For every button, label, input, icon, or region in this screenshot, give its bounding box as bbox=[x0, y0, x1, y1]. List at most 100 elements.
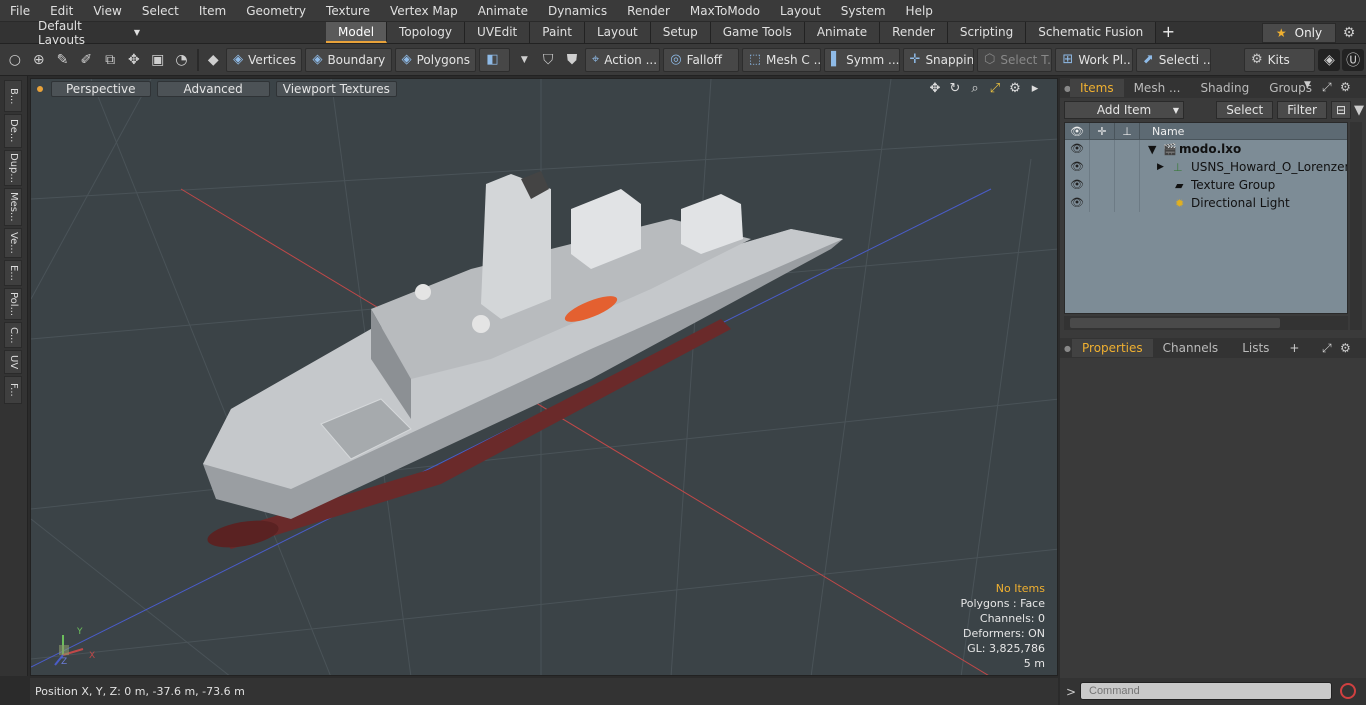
add-item-button[interactable]: Add Item ▼ bbox=[1064, 101, 1185, 119]
transform-icon[interactable]: ⧉ bbox=[99, 49, 121, 71]
collapse-icon[interactable]: ⊟ bbox=[1330, 101, 1351, 119]
unity-icon[interactable]: ◈ bbox=[1318, 48, 1341, 71]
panel-gear-icon[interactable]: ⚙ bbox=[1340, 80, 1351, 94]
panel-gear-icon[interactable]: ⚙ bbox=[1340, 341, 1351, 355]
only-toggle[interactable]: ★ Only bbox=[1262, 23, 1336, 43]
viewport-textures-dropdown[interactable]: Viewport Textures bbox=[275, 81, 397, 97]
tab-channels[interactable]: Channels bbox=[1153, 339, 1229, 357]
tab-shading[interactable]: Shading bbox=[1190, 79, 1259, 97]
unreal-icon[interactable]: Ⓤ bbox=[1342, 48, 1365, 71]
zoom-icon[interactable]: ⌕ bbox=[965, 81, 985, 96]
shield-icon[interactable]: ⛉ bbox=[537, 49, 559, 71]
chevron-down-icon[interactable]: ▼ bbox=[513, 49, 535, 71]
gear-icon[interactable]: ⚙ bbox=[1340, 24, 1358, 42]
fit-icon[interactable]: ⤢ bbox=[985, 81, 1005, 96]
tab-paint[interactable]: Paint bbox=[530, 22, 585, 43]
mesh-constraint-button[interactable]: ⬚ Mesh C ... bbox=[741, 47, 822, 72]
tab-mesh[interactable]: Mesh ... bbox=[1124, 79, 1191, 97]
select-through-button[interactable]: ⬡ Select T... bbox=[977, 47, 1053, 72]
funnel-icon[interactable]: ▼ bbox=[1354, 103, 1364, 118]
menu-animate[interactable]: Animate bbox=[468, 0, 538, 22]
brush-icon[interactable]: ✐ bbox=[75, 49, 97, 71]
lock-col-icon[interactable]: ✛ bbox=[1090, 122, 1115, 140]
menu-vertex-map[interactable]: Vertex Map bbox=[380, 0, 468, 22]
left-tab-vertex[interactable]: Ve... bbox=[4, 228, 22, 258]
pan-icon[interactable]: ✥ bbox=[925, 81, 945, 96]
expand-triangle-icon[interactable]: ▼ bbox=[1148, 143, 1156, 156]
maximize-icon[interactable]: ⤢ bbox=[1322, 80, 1332, 95]
tree-row[interactable]: 👁 ▰ Texture Group bbox=[1065, 176, 1347, 194]
perspective-dropdown[interactable]: Perspective bbox=[51, 81, 151, 97]
eye-icon[interactable]: 👁 bbox=[1065, 176, 1090, 194]
tab-schematic-fusion[interactable]: Schematic Fusion bbox=[1026, 22, 1157, 43]
left-tab-uv[interactable]: UV bbox=[4, 350, 22, 374]
action-center-button[interactable]: ⌖ Action ... bbox=[584, 47, 661, 72]
eye-icon[interactable]: 👁 bbox=[1065, 158, 1090, 176]
left-tab-polygon[interactable]: Pol... bbox=[4, 288, 22, 320]
move-icon[interactable]: ✥ bbox=[123, 49, 145, 71]
viewport-gear-icon[interactable]: ⚙ bbox=[1005, 81, 1025, 96]
kits-button[interactable]: ⚙ Kits bbox=[1243, 47, 1316, 72]
left-tab-duplicate[interactable]: Dup... bbox=[4, 150, 22, 186]
chevron-down-icon[interactable]: ▼ bbox=[1304, 80, 1311, 90]
menu-item[interactable]: Item bbox=[189, 0, 236, 22]
globe-icon[interactable]: ⊕ bbox=[28, 49, 50, 71]
tab-animate[interactable]: Animate bbox=[804, 22, 881, 43]
tree-horizontal-scrollbar[interactable] bbox=[1064, 316, 1348, 330]
maximize-icon[interactable]: ⤢ bbox=[1322, 341, 1332, 356]
filter-button[interactable]: Filter bbox=[1277, 101, 1327, 119]
symmetry-button[interactable]: ▌ Symm ... bbox=[824, 47, 900, 72]
render-col-icon[interactable]: ⊥ bbox=[1115, 122, 1140, 140]
tab-uvedit[interactable]: UVEdit bbox=[465, 22, 531, 43]
pen-icon[interactable]: ✎ bbox=[52, 49, 74, 71]
falloff-button[interactable]: ◎ Falloff bbox=[663, 47, 739, 72]
item-mode-icon[interactable]: ◆ bbox=[202, 49, 224, 71]
menu-select[interactable]: Select bbox=[132, 0, 189, 22]
shield-alt-icon[interactable]: ⛊ bbox=[561, 49, 583, 71]
left-tab-edge[interactable]: E... bbox=[4, 260, 22, 286]
menu-render[interactable]: Render bbox=[617, 0, 680, 22]
left-tab-fusion[interactable]: F... bbox=[4, 376, 22, 404]
snapping-button[interactable]: ✛ Snapping bbox=[902, 47, 974, 72]
tab-setup[interactable]: Setup bbox=[650, 22, 711, 43]
left-tab-deform[interactable]: De... bbox=[4, 114, 22, 148]
tree-row[interactable]: 👁 ▼ 🎬 modo.lxo bbox=[1065, 140, 1347, 158]
select-button[interactable]: Select bbox=[1216, 101, 1274, 119]
add-tab-icon[interactable]: + bbox=[1156, 22, 1180, 44]
visibility-col-icon[interactable]: 👁 bbox=[1065, 122, 1090, 140]
selection-sets-button[interactable]: ⬈ Selecti ... bbox=[1135, 47, 1212, 72]
expand-triangle-icon[interactable]: ▶ bbox=[1157, 162, 1164, 172]
tree-row[interactable]: 👁 ✹ Directional Light bbox=[1065, 194, 1347, 212]
add-tab-icon[interactable]: + bbox=[1283, 341, 1299, 355]
record-icon[interactable] bbox=[1340, 683, 1356, 699]
tab-scripting[interactable]: Scripting bbox=[947, 22, 1027, 43]
3d-viewport[interactable]: Perspective Advanced Viewport Textures ✥… bbox=[30, 78, 1058, 676]
material-mode-button[interactable]: ◧ bbox=[479, 47, 511, 72]
boundary-button[interactable]: ◈ Boundary bbox=[305, 47, 392, 72]
expand-arrow-icon[interactable]: ▸ bbox=[1025, 81, 1045, 96]
command-input[interactable] bbox=[1080, 682, 1332, 700]
viewport-menu-dot[interactable] bbox=[37, 86, 43, 92]
tab-topology[interactable]: Topology bbox=[387, 22, 466, 43]
scale-icon[interactable]: ▣ bbox=[147, 49, 169, 71]
tab-groups[interactable]: Groups bbox=[1259, 79, 1322, 97]
orbit-icon[interactable]: ↻ bbox=[945, 81, 965, 96]
tree-row[interactable]: 👁 ▶ ⊥ USNS_Howard_O_Lorenzen_ ... bbox=[1065, 158, 1347, 176]
left-tab-mesh-edit[interactable]: Mes... bbox=[4, 188, 22, 226]
tab-lists[interactable]: Lists bbox=[1228, 339, 1283, 357]
scroll-thumb[interactable] bbox=[1070, 318, 1280, 328]
left-tab-curve[interactable]: C... bbox=[4, 322, 22, 348]
polygons-button[interactable]: ◈ Polygons bbox=[394, 47, 477, 72]
name-column-header[interactable]: Name bbox=[1140, 125, 1184, 138]
menu-help[interactable]: Help bbox=[896, 0, 943, 22]
menu-geometry[interactable]: Geometry bbox=[236, 0, 316, 22]
tab-render[interactable]: Render bbox=[880, 22, 948, 43]
tab-items[interactable]: Items bbox=[1070, 79, 1124, 97]
advanced-dropdown[interactable]: Advanced bbox=[156, 81, 270, 97]
menu-maxtomodo[interactable]: MaxToModo bbox=[680, 0, 770, 22]
tab-layout[interactable]: Layout bbox=[584, 22, 651, 43]
circle-select-icon[interactable]: ○ bbox=[4, 49, 26, 71]
work-plane-button[interactable]: ⊞ Work Pl... bbox=[1055, 47, 1133, 72]
tab-model[interactable]: Model bbox=[326, 22, 388, 43]
rotate-icon[interactable]: ◔ bbox=[171, 49, 193, 71]
